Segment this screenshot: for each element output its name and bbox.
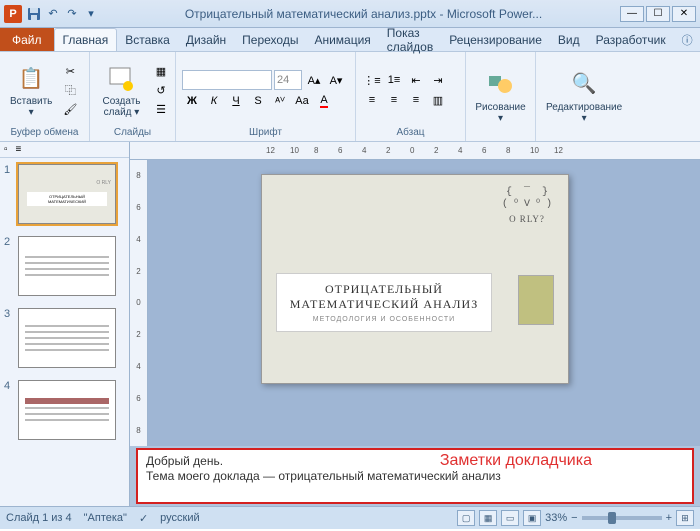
maximize-button[interactable]: ☐ — [646, 6, 670, 22]
editing-label: Редактирование▾ — [546, 102, 622, 124]
close-button[interactable]: ✕ — [672, 6, 696, 22]
font-size-select[interactable] — [274, 70, 302, 90]
zoom-slider[interactable] — [582, 516, 662, 520]
file-tab[interactable]: Файл — [0, 28, 54, 51]
thumbnail-3[interactable]: 3 — [0, 302, 129, 374]
reset-icon[interactable]: ↺ — [151, 81, 171, 99]
strike-icon[interactable]: S — [248, 92, 268, 110]
clipboard-group-label: Буфер обмена — [4, 126, 85, 139]
copy-icon[interactable]: ⿻ — [60, 81, 80, 99]
notes-label: Заметки докладчика — [440, 452, 592, 470]
status-theme: "Аптека" — [84, 512, 127, 524]
clipboard-icon: 📋 — [15, 62, 47, 94]
new-slide-label: Создать слайд ▾ — [100, 96, 143, 118]
slide-title-line1: ОТРИЦАТЕЛЬНЫЙ — [281, 282, 487, 297]
font-family-select[interactable] — [182, 70, 272, 90]
window-title: Отрицательный математический анализ.pptx… — [107, 7, 620, 21]
qat-more-icon[interactable]: ▾ — [83, 6, 99, 22]
underline-icon[interactable]: Ч — [226, 92, 246, 110]
columns-icon[interactable]: ▥ — [428, 91, 448, 109]
editing-group-label — [540, 137, 632, 139]
numbering-icon[interactable]: 1≡ — [384, 71, 404, 89]
zoom-in-icon[interactable]: + — [666, 512, 672, 524]
drawing-label: Рисование▾ — [475, 102, 525, 124]
shrink-font-icon[interactable]: A▾ — [326, 71, 346, 89]
slides-group-label: Слайды — [94, 126, 171, 139]
reading-view-icon[interactable]: ▭ — [501, 510, 519, 526]
editing-button[interactable]: 🔍 Редактирование▾ — [540, 66, 628, 126]
thumbnail-4[interactable]: 4 — [0, 374, 129, 446]
thumbnail-2[interactable]: 2 — [0, 230, 129, 302]
sorter-view-icon[interactable]: ▦ — [479, 510, 497, 526]
thumb-tab-outline[interactable]: ≡ — [12, 142, 26, 157]
tab-design[interactable]: Дизайн — [178, 28, 234, 51]
new-slide-button[interactable]: Создать слайд ▾ — [94, 60, 149, 120]
notes-line1: Добрый день. — [146, 454, 684, 469]
tab-slideshow[interactable]: Показ слайдов — [379, 28, 441, 51]
help-icon[interactable]: ⓘ — [674, 28, 700, 51]
zoom-out-icon[interactable]: − — [571, 512, 577, 524]
font-group-label: Шрифт — [180, 126, 351, 139]
case-icon[interactable]: Aa — [292, 92, 312, 110]
bullets-icon[interactable]: ⋮≡ — [362, 71, 382, 89]
normal-view-icon[interactable]: ▢ — [457, 510, 475, 526]
find-icon: 🔍 — [568, 68, 600, 100]
cut-icon[interactable]: ✂ — [60, 62, 80, 80]
owl-graphic: { ‾ }( ⁰ V ⁰ ) O RLY? — [502, 187, 552, 225]
align-left-icon[interactable]: ≡ — [362, 91, 382, 109]
new-slide-icon — [106, 62, 138, 94]
vertical-ruler: 864202468 — [130, 160, 148, 446]
indent-dec-icon[interactable]: ⇤ — [406, 71, 426, 89]
slide-canvas[interactable]: { ‾ }( ⁰ V ⁰ ) O RLY? ОТРИЦАТЕЛЬНЫЙ МАТЕ… — [261, 174, 569, 384]
format-painter-icon[interactable]: 🖌 — [60, 100, 80, 118]
paste-label: Вставить▾ — [10, 96, 52, 118]
notes-line2: Тема моего доклада — отрицательный матем… — [146, 469, 684, 484]
indent-inc-icon[interactable]: ⇥ — [428, 71, 448, 89]
tab-review[interactable]: Рецензирование — [441, 28, 550, 51]
grow-font-icon[interactable]: A▴ — [304, 71, 324, 89]
tab-animation[interactable]: Анимация — [306, 28, 378, 51]
slideshow-view-icon[interactable]: ▣ — [523, 510, 541, 526]
thumbnail-panel[interactable]: ▫ ≡ 1 O RLYОТРИЦАТЕЛЬНЫЙМАТЕМАТИЧЕСКИЙ 2… — [0, 142, 130, 506]
accent-shape[interactable] — [518, 275, 554, 325]
paste-button[interactable]: 📋 Вставить▾ — [4, 60, 58, 120]
status-language[interactable]: русский — [160, 512, 199, 524]
tab-transitions[interactable]: Переходы — [234, 28, 306, 51]
section-icon[interactable]: ☰ — [151, 100, 171, 118]
thumb-tab-slides[interactable]: ▫ — [0, 142, 12, 157]
status-spellcheck-icon[interactable]: ✓ — [139, 512, 148, 525]
notes-pane[interactable]: Заметки докладчика Добрый день. Тема мое… — [136, 448, 694, 504]
italic-icon[interactable]: К — [204, 92, 224, 110]
app-icon: P — [4, 5, 22, 23]
fit-icon[interactable]: ⊞ — [676, 510, 694, 526]
drawing-group-label — [470, 137, 531, 139]
bold-icon[interactable]: Ж — [182, 92, 202, 110]
status-slide-info: Слайд 1 из 4 — [6, 512, 72, 524]
font-color-icon[interactable]: A — [314, 92, 334, 110]
para-group-label: Абзац — [360, 126, 461, 139]
shapes-icon — [485, 68, 517, 100]
slide-title-line2: МАТЕМАТИЧЕСКИЙ АНАЛИЗ — [281, 297, 487, 312]
align-right-icon[interactable]: ≡ — [406, 91, 426, 109]
redo-icon[interactable]: ↷ — [64, 6, 80, 22]
align-center-icon[interactable]: ≡ — [384, 91, 404, 109]
slide-subtitle: МЕТОДОЛОГИЯ И ОСОБЕННОСТИ — [281, 316, 487, 323]
minimize-button[interactable]: — — [620, 6, 644, 22]
zoom-percent[interactable]: 33% — [545, 512, 567, 524]
tab-insert[interactable]: Вставка — [117, 28, 178, 51]
horizontal-ruler: 12108642024681012 — [130, 142, 700, 160]
slide-title-box[interactable]: ОТРИЦАТЕЛЬНЫЙ МАТЕМАТИЧЕСКИЙ АНАЛИЗ МЕТО… — [276, 273, 492, 332]
shadow-icon[interactable]: ᴬⱽ — [270, 92, 290, 110]
layout-icon[interactable]: ▦ — [151, 62, 171, 80]
tab-developer[interactable]: Разработчик — [588, 28, 674, 51]
save-icon[interactable] — [26, 6, 42, 22]
drawing-button[interactable]: Рисование▾ — [470, 66, 531, 126]
undo-icon[interactable]: ↶ — [45, 6, 61, 22]
thumbnail-1[interactable]: 1 O RLYОТРИЦАТЕЛЬНЫЙМАТЕМАТИЧЕСКИЙ — [0, 158, 129, 230]
tab-view[interactable]: Вид — [550, 28, 588, 51]
tab-home[interactable]: Главная — [54, 28, 118, 51]
